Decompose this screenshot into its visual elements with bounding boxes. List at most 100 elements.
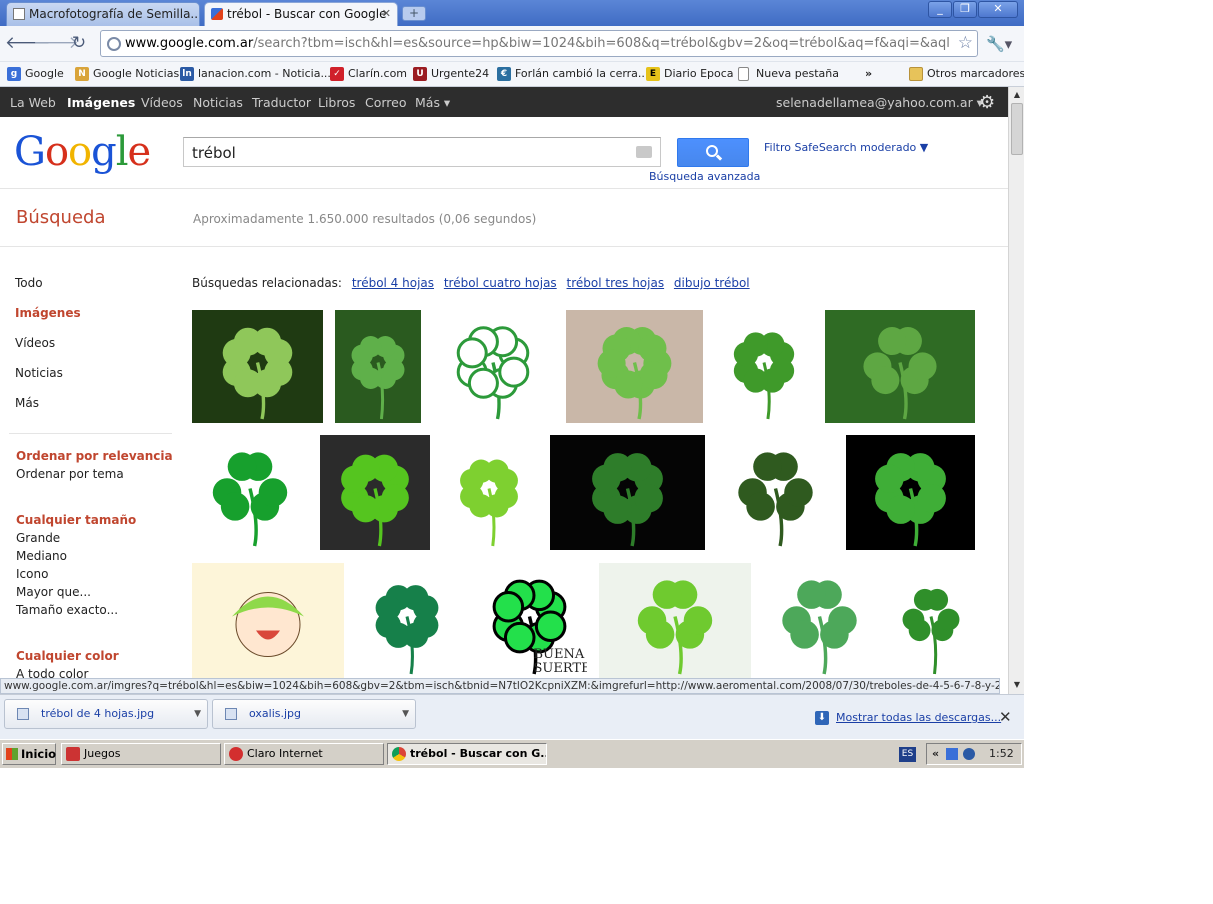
image-result[interactable] bbox=[433, 310, 553, 423]
safesearch-filter[interactable]: Filtro SafeSearch moderado ▼ bbox=[764, 141, 928, 154]
download-item[interactable]: oxalis.jpg ▼ bbox=[212, 699, 416, 729]
gbar-imagenes[interactable]: Imágenes bbox=[67, 95, 135, 110]
bookmark-nueva-pestana[interactable]: Nueva pestaña bbox=[738, 66, 839, 82]
wrench-menu-icon[interactable]: 🔧▾ bbox=[986, 35, 1012, 53]
size-any[interactable]: Cualquier tamaño bbox=[16, 513, 136, 527]
size-icono[interactable]: Icono bbox=[16, 567, 48, 581]
related-link[interactable]: trébol tres hojas bbox=[567, 276, 665, 290]
image-result[interactable]: BUENA SUERTE bbox=[472, 563, 587, 678]
download-item[interactable]: trébol de 4 hojas.jpg ▼ bbox=[4, 699, 208, 729]
image-result[interactable] bbox=[846, 435, 975, 550]
related-link[interactable]: trébol 4 hojas bbox=[352, 276, 434, 290]
related-link[interactable]: dibujo trébol bbox=[674, 276, 750, 290]
bookmark-lanacion[interactable]: ln lanacion.com - Noticia... bbox=[180, 66, 331, 82]
gbar-libros[interactable]: Libros bbox=[318, 95, 355, 110]
tray-app-icon[interactable] bbox=[963, 748, 975, 760]
gbar-la-web[interactable]: La Web bbox=[10, 95, 56, 110]
bookmark-star-icon[interactable]: ☆ bbox=[958, 33, 973, 53]
task-juegos[interactable]: Juegos bbox=[61, 743, 221, 765]
other-bookmarks-folder[interactable]: Otros marcadores bbox=[909, 66, 1024, 82]
gbar-videos[interactable]: Vídeos bbox=[141, 95, 183, 110]
image-result[interactable] bbox=[442, 435, 536, 550]
minimize-button[interactable]: _ bbox=[928, 1, 952, 18]
image-result[interactable] bbox=[717, 435, 834, 550]
bookmark-google-noticias[interactable]: N Google Noticias bbox=[75, 66, 179, 82]
account-menu[interactable]: selenadellamea@yahoo.com.ar ▾ bbox=[776, 95, 983, 110]
image-result[interactable] bbox=[715, 310, 813, 423]
google-logo[interactable]: Google bbox=[14, 129, 151, 175]
language-indicator[interactable]: ES bbox=[899, 747, 916, 762]
image-result[interactable] bbox=[320, 435, 430, 550]
related-link[interactable]: trébol cuatro hojas bbox=[444, 276, 557, 290]
gbar-mas[interactable]: Más ▾ bbox=[415, 95, 450, 110]
image-result[interactable] bbox=[599, 563, 751, 678]
close-tab-icon[interactable]: ✕ bbox=[382, 3, 391, 25]
task-claro[interactable]: Claro Internet bbox=[224, 743, 384, 765]
image-result[interactable] bbox=[192, 563, 344, 678]
bookmark-forlan[interactable]: € Forlán cambió la cerra... bbox=[497, 66, 648, 82]
nav-noticias[interactable]: Noticias bbox=[15, 366, 63, 380]
nav-todo[interactable]: Todo bbox=[15, 276, 43, 290]
chevron-down-icon[interactable]: ▼ bbox=[402, 700, 409, 728]
color-any[interactable]: Cualquier color bbox=[16, 649, 119, 663]
bookmark-diario-epoca[interactable]: E Diario Epoca bbox=[646, 66, 734, 82]
nav-imagenes[interactable]: Imágenes bbox=[15, 306, 81, 320]
gbar-noticias[interactable]: Noticias bbox=[193, 95, 243, 110]
size-grande[interactable]: Grande bbox=[16, 531, 60, 545]
image-result[interactable] bbox=[356, 563, 458, 678]
url-text[interactable]: www.google.com.ar/search?tbm=isch&hl=es&… bbox=[125, 36, 951, 51]
sort-relevance[interactable]: Ordenar por relevancia bbox=[16, 449, 173, 463]
tab-macrofotografia[interactable]: Macrofotografía de Semilla... bbox=[6, 2, 200, 26]
clover-leaf bbox=[733, 342, 759, 367]
scroll-thumb[interactable] bbox=[1011, 103, 1023, 155]
size-exacto[interactable]: Tamaño exacto... bbox=[16, 603, 118, 617]
image-result[interactable] bbox=[335, 310, 421, 423]
forward-arrow-icon[interactable]: 🡒 bbox=[33, 32, 79, 56]
download-arrow-icon: ⬇ bbox=[815, 711, 829, 725]
gbar-traductor[interactable]: Traductor bbox=[252, 95, 311, 110]
search-input[interactable]: trébol bbox=[183, 137, 661, 167]
image-result[interactable] bbox=[192, 310, 323, 423]
clover-leaf bbox=[878, 327, 907, 356]
image-result[interactable] bbox=[762, 563, 877, 678]
bookmark-clarin[interactable]: ✓ Clarín.com bbox=[330, 66, 407, 82]
reload-icon[interactable]: ↻ bbox=[67, 32, 91, 56]
back-arrow-icon[interactable]: 🡐 bbox=[5, 32, 51, 56]
clover-leaf bbox=[534, 610, 567, 643]
size-mayor-que[interactable]: Mayor que... bbox=[16, 585, 91, 599]
image-result[interactable] bbox=[887, 563, 975, 678]
gear-icon[interactable]: ⚙ bbox=[979, 92, 995, 113]
size-mediano[interactable]: Mediano bbox=[16, 549, 67, 563]
gbar-correo[interactable]: Correo bbox=[365, 95, 407, 110]
nav-mas[interactable]: Más bbox=[15, 396, 39, 410]
address-bar[interactable]: www.google.com.ar/search?tbm=isch&hl=es&… bbox=[100, 30, 978, 57]
bookmarks-overflow-button[interactable]: » bbox=[865, 66, 872, 82]
camera-icon[interactable] bbox=[636, 146, 652, 158]
image-result[interactable] bbox=[192, 435, 308, 550]
scroll-up-icon[interactable]: ▲ bbox=[1011, 89, 1023, 101]
clover-leaf bbox=[341, 465, 369, 493]
bookmark-google[interactable]: g Google bbox=[7, 66, 64, 82]
tray-expand-icon[interactable]: « bbox=[932, 744, 939, 764]
network-icon[interactable] bbox=[946, 748, 958, 760]
show-all-downloads-link[interactable]: Mostrar todas las descargas... bbox=[836, 711, 1001, 724]
close-icon[interactable]: ✕ bbox=[999, 708, 1012, 726]
image-result[interactable] bbox=[825, 310, 975, 423]
image-result[interactable] bbox=[566, 310, 703, 423]
new-tab-button[interactable]: + bbox=[402, 6, 426, 21]
scroll-down-icon[interactable]: ▼ bbox=[1011, 679, 1023, 691]
search-button[interactable] bbox=[677, 138, 749, 167]
start-button[interactable]: Inicio bbox=[2, 743, 56, 765]
restore-button[interactable]: ❐ bbox=[953, 1, 977, 18]
close-window-button[interactable]: ✕ bbox=[978, 1, 1018, 18]
chevron-down-icon[interactable]: ▼ bbox=[194, 700, 201, 728]
tab-trebol[interactable]: trébol - Buscar con Google ✕ bbox=[204, 2, 398, 26]
bookmark-urgente24[interactable]: U Urgente24 bbox=[413, 66, 489, 82]
page-info-icon[interactable] bbox=[107, 37, 121, 51]
task-chrome[interactable]: trébol - Buscar con G... bbox=[387, 743, 547, 765]
vertical-scrollbar[interactable]: ▲ ▼ bbox=[1008, 87, 1024, 694]
sort-topic[interactable]: Ordenar por tema bbox=[16, 467, 124, 481]
image-result[interactable] bbox=[550, 435, 705, 550]
advanced-search-link[interactable]: Búsqueda avanzada bbox=[649, 170, 760, 183]
nav-videos[interactable]: Vídeos bbox=[15, 336, 55, 350]
